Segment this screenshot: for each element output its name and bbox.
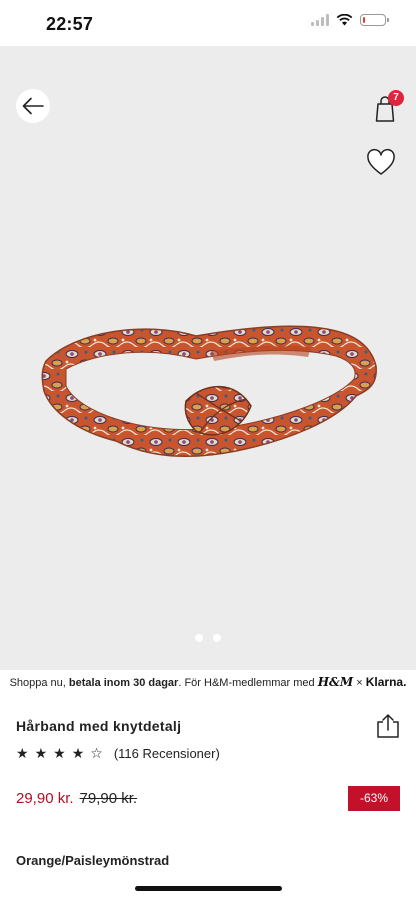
share-icon	[377, 714, 399, 738]
product-image-gallery[interactable]: 7	[0, 46, 416, 670]
klarna-logo: Klarna.	[365, 675, 407, 689]
arrow-left-icon	[22, 97, 44, 115]
color-name: Orange/Paisleymönstrad	[16, 853, 170, 868]
hm-logo: H&M	[317, 675, 354, 689]
review-count[interactable]: (116 Recensioner)	[114, 746, 220, 761]
star-filled-icon: ★	[16, 745, 29, 761]
gallery-dot-2[interactable]	[213, 634, 221, 642]
share-button[interactable]	[374, 712, 402, 740]
gallery-dot-1[interactable]	[195, 634, 203, 642]
price-row: 29,90 kr. 79,90 kr.	[16, 790, 137, 807]
favorite-button[interactable]	[364, 146, 398, 180]
battery-icon	[360, 14, 389, 26]
original-price: 79,90 kr.	[79, 790, 138, 807]
cellular-signal-icon	[311, 14, 329, 26]
promo-text-prefix: Shoppa nu,	[9, 677, 69, 689]
wifi-icon	[336, 14, 353, 26]
product-image	[41, 325, 377, 457]
star-empty-icon: ☆	[90, 745, 103, 761]
bag-count-badge: 7	[388, 90, 404, 106]
product-title: Hårband med knytdetalj	[16, 718, 182, 734]
back-button[interactable]	[16, 89, 50, 123]
klarna-promo-banner[interactable]: Shoppa nu, betala inom 30 dagar. För H&M…	[0, 670, 416, 694]
discount-badge: -63%	[348, 786, 400, 811]
status-icons	[311, 14, 389, 26]
status-bar: 22:57	[0, 0, 416, 46]
promo-separator: ×	[356, 677, 363, 689]
star-filled-icon: ★	[71, 745, 85, 761]
promo-text-bold: betala inom 30 dagar	[68, 677, 179, 689]
status-time: 22:57	[46, 14, 94, 34]
gallery-pagination[interactable]	[0, 634, 416, 642]
promo-text-suffix: . För H&M-medlemmar med	[178, 677, 318, 689]
home-indicator	[135, 886, 282, 891]
star-filled-icon: ★	[34, 745, 48, 761]
product-rating[interactable]: ★ ★ ★ ★ ☆ (116 Recensioner)	[16, 745, 220, 761]
sale-price: 29,90 kr.	[16, 790, 74, 807]
star-filled-icon: ★	[53, 745, 66, 761]
heart-outline-icon	[367, 148, 395, 175]
rating-stars: ★ ★ ★ ★ ☆	[16, 745, 103, 761]
shopping-bag-button[interactable]: 7	[368, 90, 404, 125]
